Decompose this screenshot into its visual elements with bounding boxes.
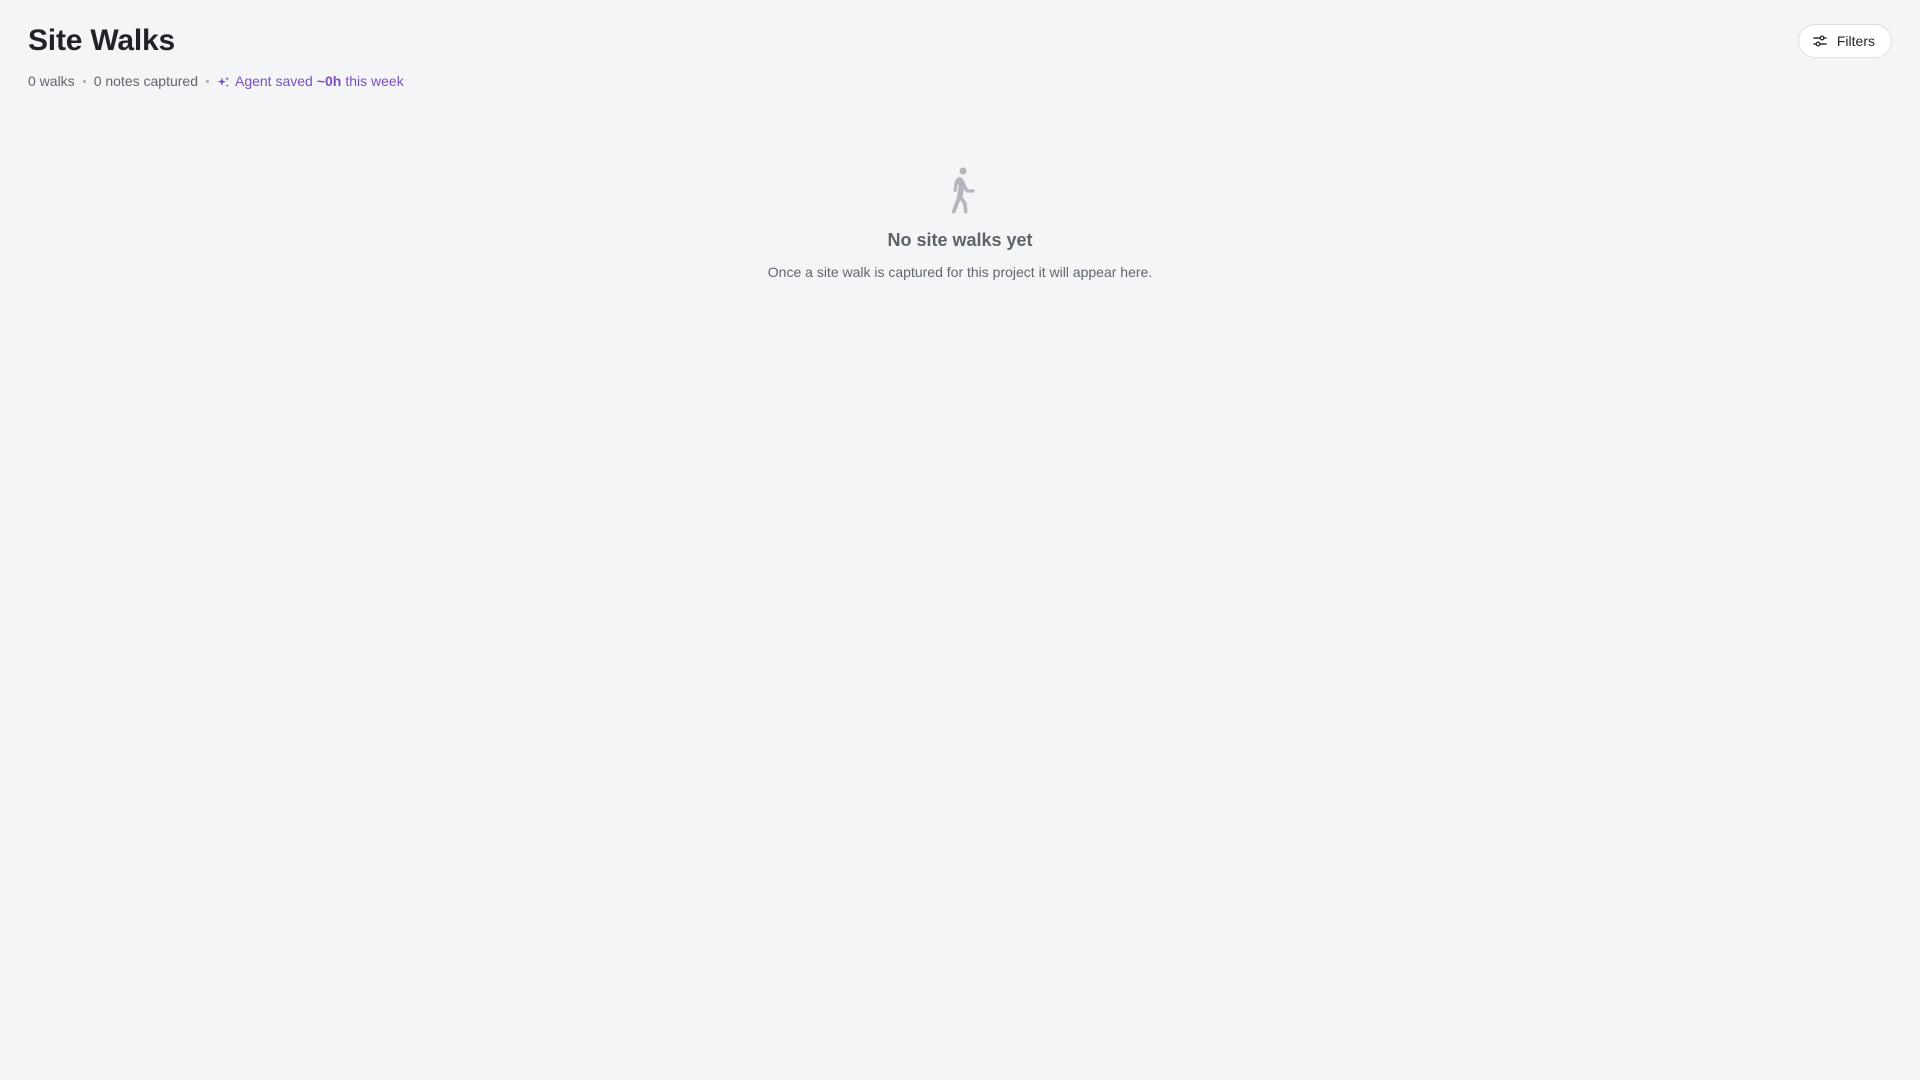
filters-button[interactable]: Filters	[1797, 24, 1892, 58]
site-walks-page: Site Walks 0 walks 0 notes captured Agen…	[0, 0, 1920, 1080]
separator-dot	[205, 79, 209, 83]
filters-label: Filters	[1836, 33, 1875, 49]
empty-state: No site walks yet Once a site walk is ca…	[0, 166, 1920, 281]
empty-state-subtitle: Once a site walk is captured for this pr…	[767, 264, 1153, 280]
page-header: Site Walks 0 walks 0 notes captured Agen…	[28, 22, 404, 90]
agent-saved-value: ~0h	[316, 73, 342, 89]
agent-saved-summary: Agent saved ~0h this week	[217, 72, 404, 90]
agent-saved-suffix: this week	[345, 73, 404, 89]
summary-row: 0 walks 0 notes captured Agent saved ~0h…	[28, 72, 404, 90]
agent-saved-prefix: Agent saved	[234, 73, 313, 89]
walks-count: 0 walks	[28, 73, 75, 89]
empty-state-title: No site walks yet	[887, 230, 1033, 250]
page-title: Site Walks	[28, 24, 175, 57]
walking-person-icon	[942, 166, 978, 214]
sparkle-icon	[217, 75, 230, 88]
separator-dot	[82, 79, 86, 83]
notes-count: 0 notes captured	[93, 73, 198, 89]
sliders-icon	[1812, 33, 1828, 49]
